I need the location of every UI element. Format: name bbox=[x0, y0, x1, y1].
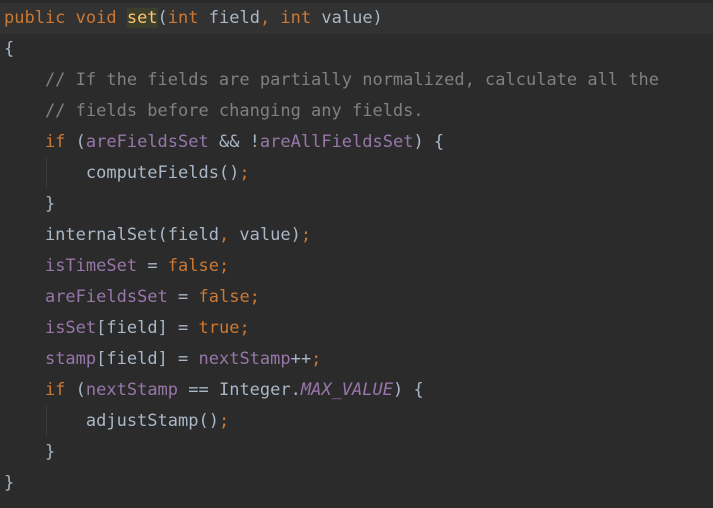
code-line[interactable]: } bbox=[4, 437, 55, 468]
code-line[interactable]: } bbox=[4, 468, 14, 499]
code-editor[interactable]: public void set(int field, int value){ /… bbox=[0, 0, 713, 508]
code-token: computeFields() bbox=[4, 163, 240, 183]
code-token: false; bbox=[167, 256, 230, 276]
code-line[interactable]: if (nextStamp == Integer.MAX_VALUE) { bbox=[4, 375, 424, 406]
code-token: = bbox=[167, 287, 199, 307]
code-line[interactable]: stamp[field] = nextStamp++; bbox=[4, 344, 321, 375]
code-token: int bbox=[167, 8, 209, 28]
code-token: if bbox=[4, 380, 76, 400]
code-line[interactable]: // If the fields are partially normalize… bbox=[4, 65, 659, 96]
code-line[interactable]: areFieldsSet = false; bbox=[4, 282, 260, 313]
code-line[interactable]: if (areFieldsSet && !areAllFieldsSet) { bbox=[4, 127, 444, 158]
code-token: } bbox=[4, 194, 56, 214]
indent-guide bbox=[46, 406, 47, 437]
code-token: } bbox=[4, 473, 15, 493]
code-token: ; bbox=[239, 163, 250, 183]
code-token: { bbox=[4, 39, 15, 59]
code-token: = bbox=[137, 256, 168, 276]
code-token: value) bbox=[239, 225, 301, 245]
code-token: ) { bbox=[392, 380, 424, 400]
code-line[interactable]: // fields before changing any fields. bbox=[4, 96, 424, 127]
code-token: isSet bbox=[44, 318, 97, 338]
code-token: ) { bbox=[413, 132, 445, 152]
code-line[interactable]: { bbox=[4, 34, 14, 65]
code-token: if bbox=[4, 132, 76, 152]
code-token: [field] = bbox=[96, 318, 199, 338]
indent-guide bbox=[46, 158, 47, 189]
code-token: MAX_VALUE bbox=[300, 380, 393, 400]
code-token: areFieldsSet bbox=[85, 132, 209, 152]
code-token: ++ bbox=[290, 349, 312, 369]
code-token: ( bbox=[75, 380, 86, 400]
code-token: field bbox=[208, 8, 260, 28]
code-token: && ! bbox=[208, 132, 260, 152]
code-token: ; bbox=[218, 411, 230, 431]
code-token: ; bbox=[311, 349, 322, 369]
code-token: adjustStamp() bbox=[4, 411, 219, 431]
code-token: ( bbox=[75, 132, 86, 152]
code-token: isTimeSet bbox=[44, 256, 138, 276]
code-line[interactable]: adjustStamp(); bbox=[4, 406, 229, 437]
code-token: public void bbox=[4, 8, 127, 28]
code-line[interactable]: internalSet(field, value); bbox=[4, 220, 311, 251]
code-token: [field] = bbox=[96, 349, 199, 369]
code-token: areFieldsSet bbox=[44, 287, 168, 307]
code-token: , bbox=[259, 8, 281, 28]
code-line[interactable]: public void set(int field, int value) bbox=[0, 3, 713, 34]
code-token: == Integer. bbox=[178, 380, 301, 400]
code-token: value) bbox=[321, 8, 383, 28]
code-token: nextStamp bbox=[85, 380, 179, 400]
code-line[interactable]: computeFields(); bbox=[4, 158, 250, 189]
code-token: true; bbox=[198, 318, 250, 338]
code-line[interactable]: isSet[field] = true; bbox=[4, 313, 250, 344]
code-token: set bbox=[126, 8, 158, 28]
code-token: ; bbox=[300, 225, 312, 245]
code-token: ( bbox=[157, 8, 168, 28]
code-token: , bbox=[218, 225, 240, 245]
code-token: nextStamp bbox=[198, 349, 291, 369]
code-token: false; bbox=[198, 287, 260, 307]
code-token: } bbox=[4, 442, 56, 462]
code-token: internalSet(field bbox=[4, 225, 219, 245]
code-token: // If the fields are partially normalize… bbox=[4, 70, 660, 90]
code-line[interactable]: isTimeSet = false; bbox=[4, 251, 229, 282]
code-token: areAllFieldsSet bbox=[259, 132, 414, 152]
code-token: // fields before changing any fields. bbox=[4, 101, 424, 121]
code-token: int bbox=[280, 8, 322, 28]
code-line[interactable]: } bbox=[4, 189, 55, 220]
code-token: stamp bbox=[44, 349, 97, 369]
